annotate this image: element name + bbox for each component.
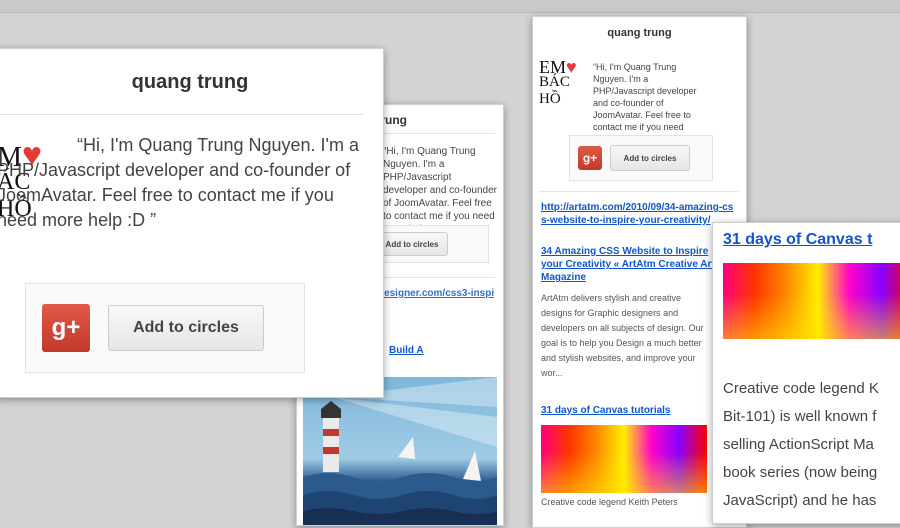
bookmark-link-title[interactable]: 34 Amazing CSS Website to Inspire your C… [541,245,721,284]
profile-widget-large: quang trung M♥ ÁC HỒ “Hi, I'm Quang Trun… [0,48,384,398]
tutorial-link-title[interactable]: 31 days of Canvas t [723,231,872,249]
google-plus-icon[interactable]: g+ [42,304,90,352]
author-name: quang trung [131,71,249,93]
canvas-tutorial-widget: 31 days of Canvas t Creative code legend… [712,222,900,524]
bookmark-link-title-2[interactable]: 31 days of Canvas tutorials [541,405,671,416]
add-to-circles-button[interactable]: Add to circles [108,305,264,351]
lighthouse-image [303,377,497,525]
top-bar [0,0,900,13]
gplus-box: g+ Add to circles [569,135,713,181]
author-quote: “Hi, I'm Quang Trung Nguyen. I'm a PHP/J… [383,146,497,235]
author-quote: “Hi, I'm Quang Trung Nguyen. I'm a PHP/J… [0,135,359,230]
logo-text-bottom: BÁC HỒ [539,74,570,107]
canvas-gradient-image [723,263,900,339]
add-to-circles-button[interactable]: Add to circles [610,145,690,171]
bookmark-caption: Creative code legend Keith Peters [541,497,678,507]
author-name: quang trung [607,27,672,39]
bookmark-description: ArtAtm delivers stylish and creative des… [541,293,704,378]
tutorial-description: Creative code legend K Bit-101) is well … [723,380,879,509]
lighthouse-illustration [303,377,497,525]
author-quote: “Hi, I'm Quang Trung Nguyen. I'm a PHP/J… [593,62,697,144]
bookmark-link-title[interactable]: Build A [389,345,424,356]
canvas-gradient-image [541,425,707,493]
gplus-box: Add to circles [367,225,489,263]
bookmark-link-url[interactable]: http://artatm.com/2010/09/34-amazing-css… [541,201,737,227]
add-to-circles-button[interactable]: Add to circles [376,232,448,256]
gplus-box: g+ Add to circles [25,283,305,373]
author-logo: EM♥ BÁC HỒ [539,57,591,107]
google-plus-icon[interactable]: g+ [578,146,602,170]
